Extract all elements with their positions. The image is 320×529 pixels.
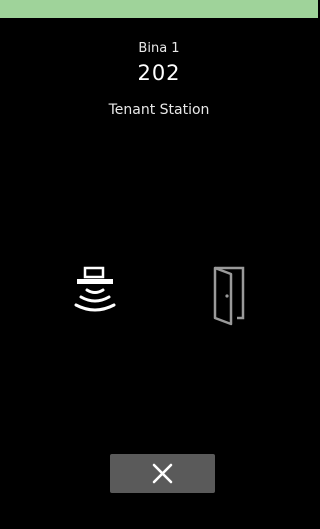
- door-open-icon: [213, 266, 245, 326]
- status-bar: [0, 0, 318, 18]
- speaker-button[interactable]: [69, 264, 125, 326]
- door-unlock-button[interactable]: [207, 264, 247, 328]
- speaker-icon: [74, 266, 116, 312]
- close-button[interactable]: [110, 454, 215, 493]
- unit-number: 202: [137, 61, 181, 85]
- close-icon: [152, 463, 173, 484]
- building-name: Bina 1: [138, 41, 180, 56]
- intercom-screen: Bina 1 202 Tenant Station: [3, 18, 315, 529]
- station-type: Tenant Station: [108, 102, 210, 118]
